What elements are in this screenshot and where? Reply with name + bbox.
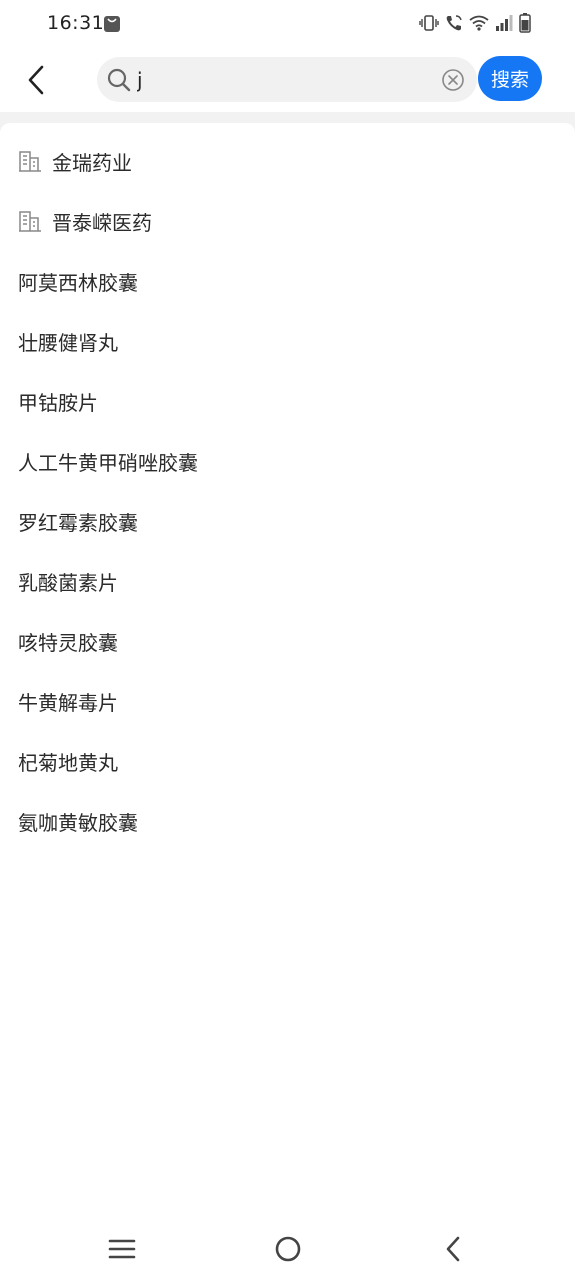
- wifi-call-icon: [445, 14, 463, 32]
- company-suggestion-item[interactable]: 金瑞药业: [0, 131, 575, 191]
- back-icon[interactable]: [440, 1235, 468, 1263]
- search-button[interactable]: 搜索: [478, 56, 542, 101]
- drug-suggestion-item[interactable]: 甲钴胺片: [0, 371, 575, 431]
- drug-suggestion-item[interactable]: 咳特灵胶囊: [0, 611, 575, 671]
- signal-icon: [495, 15, 513, 31]
- drug-suggestion-item[interactable]: 阿莫西林胶囊: [0, 251, 575, 311]
- drug-suggestion-item[interactable]: 人工牛黄甲硝唑胶囊: [0, 431, 575, 491]
- suggestion-label: 氨咖黄敏胶囊: [18, 810, 138, 835]
- company-building-icon: [18, 209, 42, 233]
- suggestion-label: 人工牛黄甲硝唑胶囊: [18, 450, 198, 475]
- suggestion-label: 乳酸菌素片: [18, 570, 118, 595]
- suggestion-label: 晋泰嵘医药: [52, 210, 152, 235]
- suggestion-label: 甲钴胺片: [18, 390, 98, 415]
- suggestion-label: 金瑞药业: [52, 150, 132, 175]
- search-input[interactable]: [137, 63, 427, 96]
- drug-suggestion-item[interactable]: 牛黄解毒片: [0, 671, 575, 731]
- drug-suggestion-item[interactable]: 氨咖黄敏胶囊: [0, 791, 575, 851]
- navigation-bar: [0, 1217, 575, 1280]
- menu-icon[interactable]: [108, 1235, 136, 1263]
- status-icons: [419, 12, 531, 34]
- back-button[interactable]: [18, 62, 54, 98]
- drug-suggestion-item[interactable]: 壮腰健肾丸: [0, 311, 575, 371]
- vibrate-icon: [419, 14, 439, 32]
- status-bar: 16:31: [0, 0, 575, 48]
- suggestion-label: 壮腰健肾丸: [18, 330, 118, 355]
- wifi-icon: [469, 15, 489, 31]
- suggestion-label: 咳特灵胶囊: [18, 630, 118, 655]
- clear-icon[interactable]: [441, 68, 465, 92]
- back-arrow-icon: [28, 65, 44, 95]
- search-box: [97, 57, 477, 102]
- suggestion-label: 阿莫西林胶囊: [18, 270, 138, 295]
- suggestion-label: 罗红霉素胶囊: [18, 510, 138, 535]
- drug-suggestion-item[interactable]: 乳酸菌素片: [0, 551, 575, 611]
- drug-suggestion-item[interactable]: 罗红霉素胶囊: [0, 491, 575, 551]
- suggestion-list: 金瑞药业晋泰嵘医药阿莫西林胶囊 壮腰健肾丸甲钴胺片人工牛黄甲硝唑胶囊 罗红霉素胶囊乳…: [0, 123, 575, 851]
- search-header: 搜索: [0, 48, 575, 112]
- company-suggestion-item[interactable]: 晋泰嵘医药: [0, 191, 575, 251]
- shopping-bag-icon: [103, 13, 121, 33]
- drug-suggestion-item[interactable]: 杞菊地黄丸: [0, 731, 575, 791]
- home-icon[interactable]: [274, 1235, 302, 1263]
- suggestion-label: 牛黄解毒片: [18, 690, 118, 715]
- screen: 16:31 j 搜索 金瑞药业 晋泰嵘医药 阿莫西林胶囊 壮腰健肾丸 甲钴胺片 …: [0, 0, 575, 1280]
- status-time: 16:31: [47, 12, 105, 34]
- suggestion-label: 杞菊地黄丸: [18, 750, 118, 775]
- suggestion-panel: 金瑞药业晋泰嵘医药阿莫西林胶囊 壮腰健肾丸甲钴胺片人工牛黄甲硝唑胶囊 罗红霉素胶囊乳…: [0, 123, 575, 1217]
- search-icon: [107, 68, 131, 92]
- battery-icon: [519, 13, 531, 33]
- company-building-icon: [18, 149, 42, 173]
